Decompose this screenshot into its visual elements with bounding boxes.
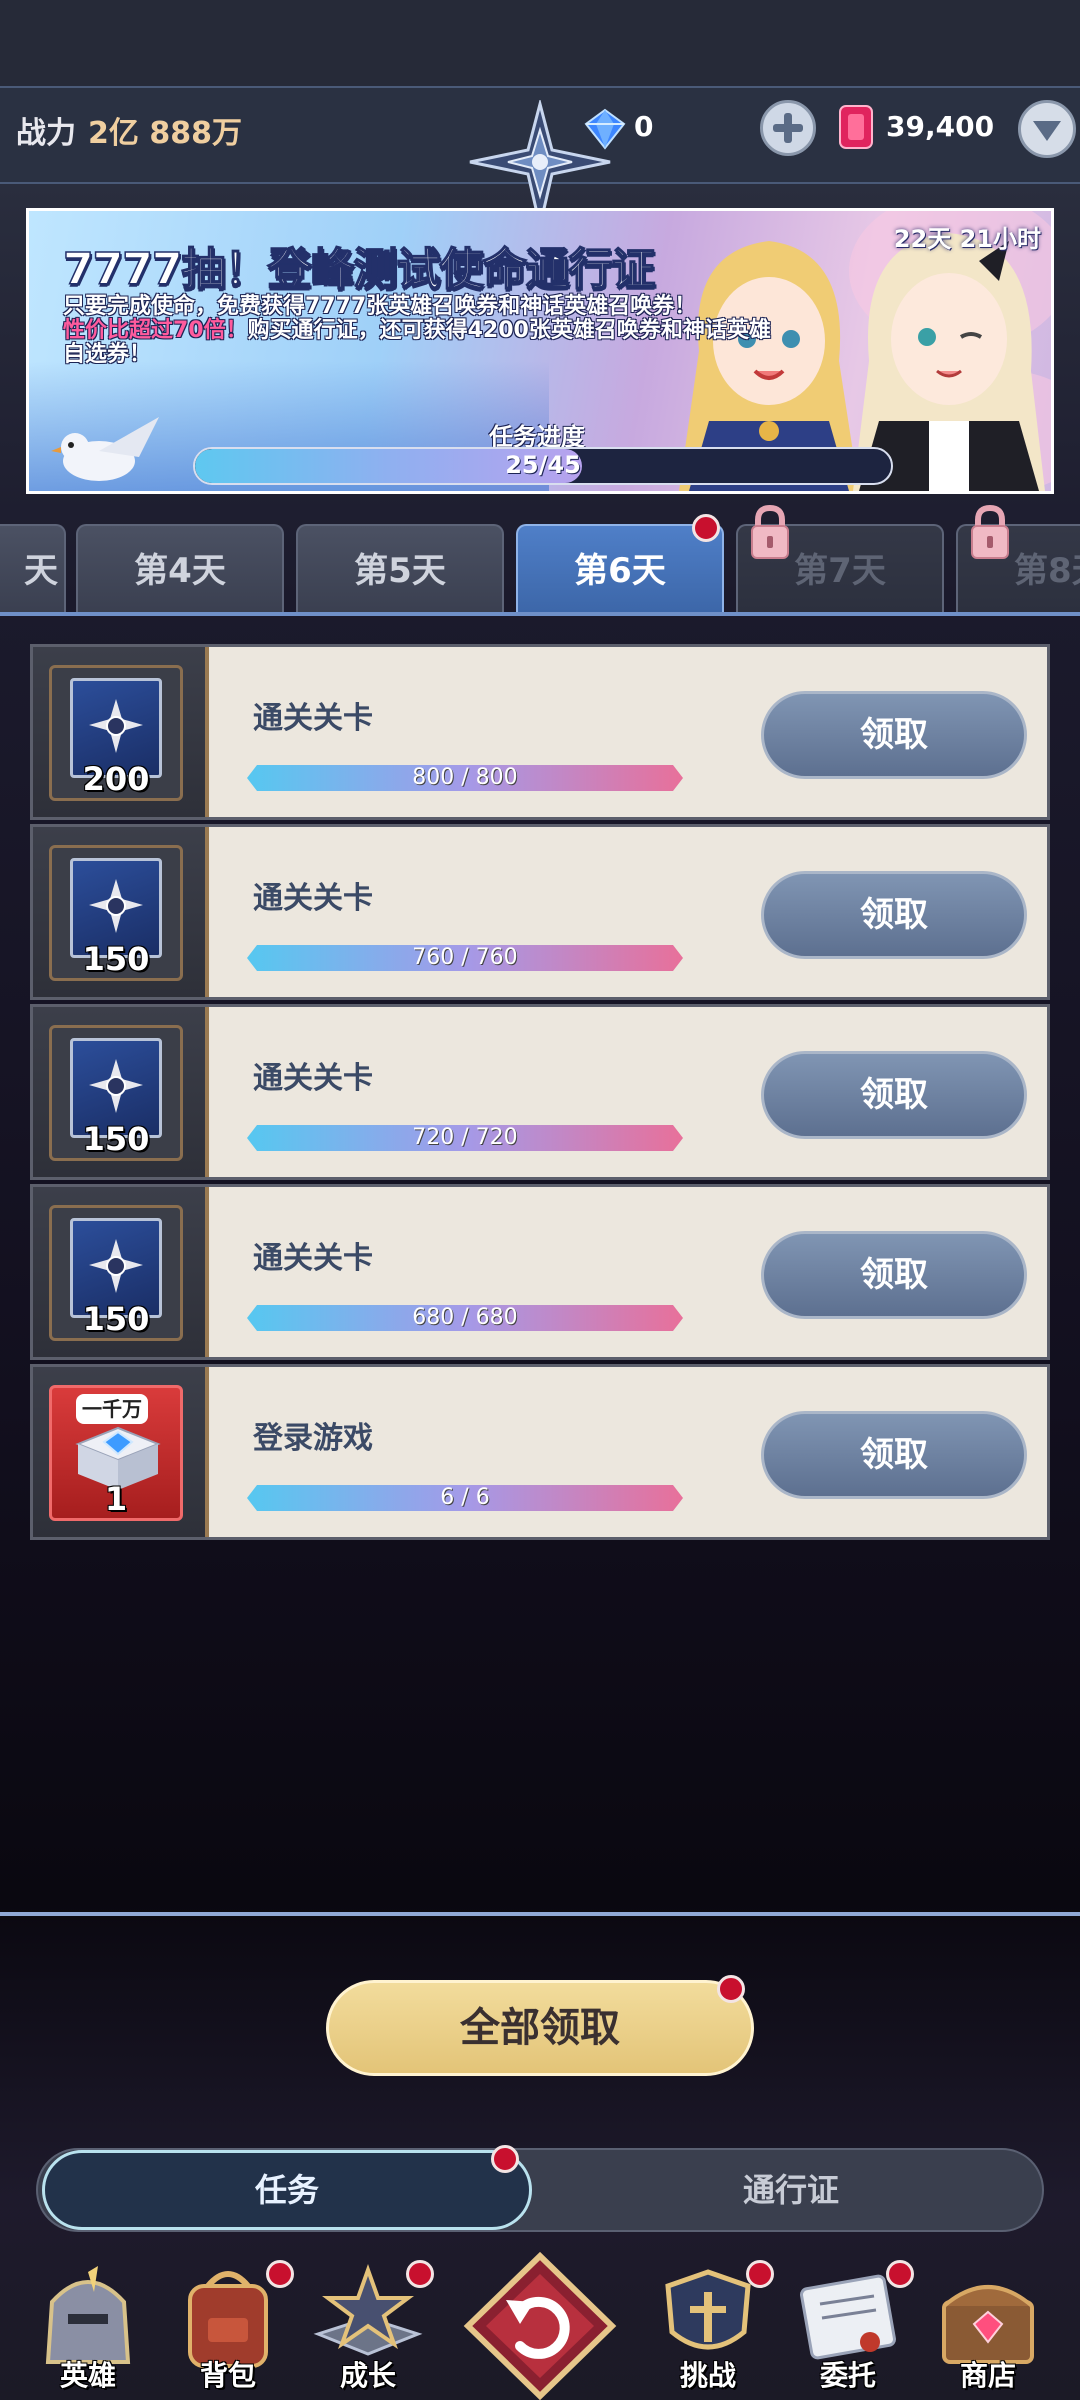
diamond-count: 0 — [634, 110, 654, 143]
reward-count: 150 — [82, 1300, 150, 1338]
power-value: 2亿 888万 — [88, 116, 242, 151]
status-bar — [0, 0, 1080, 86]
nav-shop[interactable]: 商店 — [922, 2256, 1054, 2400]
tab-day-6[interactable]: 第6天 — [516, 514, 724, 614]
nav-label: 挑战 — [679, 2359, 736, 2392]
tab-pass[interactable]: 通行证 — [546, 2150, 1036, 2230]
add-currency-button[interactable] — [760, 100, 816, 156]
task-row: 150 通关关卡 680 / 680 领取 — [30, 1184, 1050, 1360]
reward-slot: 200 — [33, 647, 209, 817]
dropdown-button[interactable] — [1018, 100, 1076, 158]
task-progress-text: 720 / 720 — [412, 1125, 518, 1150]
nav-bag[interactable]: 背包 — [162, 2256, 294, 2400]
task-row: 200 通关关卡 800 / 800 领取 — [30, 644, 1050, 820]
task-row: 一千万 1 登录游戏 6 / 6 领取 — [30, 1364, 1050, 1540]
reward-count: 200 — [82, 760, 150, 798]
task-progress-text: 760 / 760 — [412, 945, 518, 970]
app-root: 战力 2亿 888万 0 39,400 7777抽！登峰测试使命通行证 22天 … — [0, 0, 1080, 2400]
tab-label: 天 — [24, 551, 58, 591]
task-progress-text: 800 / 800 — [412, 765, 518, 790]
reward-item[interactable]: 150 — [49, 1025, 183, 1161]
ruby-count: 39,400 — [886, 110, 995, 143]
tab-label: 第4天 — [134, 551, 226, 591]
tab-missions-label: 任务 — [254, 2171, 319, 2209]
tab-label: 第7天 — [794, 551, 886, 591]
day-tabs: 天 第4天 第5天 第6天 第7天 第8天 — [0, 504, 1080, 614]
task-progress-text: 680 / 680 — [412, 1305, 518, 1330]
nav-label: 成长 — [339, 2359, 396, 2392]
nav-commission[interactable]: 委托 — [782, 2256, 914, 2400]
nav-heroes[interactable]: 英雄 — [22, 2256, 154, 2400]
reward-slot: 150 — [33, 827, 209, 997]
nav-label: 背包 — [199, 2359, 256, 2392]
event-banner[interactable]: 7777抽！登峰测试使命通行证 22天 21小时 只要完成使命，免费获得7777… — [26, 208, 1054, 494]
reward-count: 150 — [82, 1120, 150, 1158]
task-name: 通关关卡 — [253, 1061, 373, 1096]
task-progress-text: 6 / 6 — [440, 1485, 490, 1510]
reward-count: 1 — [104, 1480, 128, 1518]
nav-growth[interactable]: 成长 — [302, 2256, 434, 2400]
claim-button[interactable]: 领取 — [761, 1051, 1027, 1139]
plus-icon — [773, 113, 803, 143]
reward-slot: 一千万 1 — [33, 1367, 209, 1537]
notification-badge — [266, 2260, 294, 2288]
reward-item[interactable]: 150 — [49, 1205, 183, 1341]
claim-all-label: 全部领取 — [460, 2005, 620, 2051]
reward-item[interactable]: 200 — [49, 665, 183, 801]
notification-badge — [491, 2145, 519, 2173]
banner-title: 7777抽！登峰测试使命通行证 — [62, 243, 656, 296]
lock-icon — [751, 504, 789, 559]
power-label: 战力 — [16, 116, 76, 151]
return-button[interactable] — [462, 2250, 618, 2400]
task-name: 通关关卡 — [253, 881, 373, 916]
banner-description: 只要完成使命，免费获得7777张英雄召唤券和神话英雄召唤券！ 性价比超过70倍！… — [63, 295, 783, 367]
banner-desc-line1: 只要完成使命，免费获得7777张英雄召唤券和神话英雄召唤券！ — [63, 294, 697, 319]
chevron-down-icon — [1033, 121, 1061, 141]
tab-day-5[interactable]: 第5天 — [296, 524, 504, 614]
notification-badge — [886, 2260, 914, 2288]
banner-desc-highlight: 性价比超过70倍！ — [63, 318, 248, 343]
task-name: 登录游戏 — [253, 1421, 373, 1456]
claim-button[interactable]: 领取 — [761, 691, 1027, 779]
tabs-divider — [0, 612, 1080, 616]
task-name: 通关关卡 — [253, 1241, 373, 1276]
claim-button[interactable]: 领取 — [761, 1411, 1027, 1499]
tab-pass-label: 通行证 — [742, 2171, 839, 2209]
nav-label: 商店 — [959, 2359, 1016, 2392]
notification-badge — [717, 1975, 745, 2003]
notification-badge — [692, 514, 720, 542]
claim-button[interactable]: 领取 — [761, 1231, 1027, 1319]
mission-progress-bar: 25/45 — [193, 447, 893, 485]
tab-label: 第6天 — [574, 551, 666, 591]
notification-badge — [406, 2260, 434, 2288]
notification-badge — [746, 2260, 774, 2288]
nav-label: 英雄 — [59, 2359, 116, 2392]
tab-day-4[interactable]: 第4天 — [76, 524, 284, 614]
reward-item[interactable]: 150 — [49, 845, 183, 981]
mission-progress-text: 25/45 — [505, 451, 581, 479]
banner-timer: 22天 21小时 — [893, 225, 1041, 253]
reward-tag: 一千万 — [76, 1394, 148, 1424]
claim-all-button[interactable]: 全部领取 — [326, 1975, 754, 2076]
tab-missions[interactable]: 任务 — [42, 2145, 532, 2230]
reward-item[interactable]: 一千万 1 — [49, 1385, 183, 1521]
tab-day-7[interactable]: 第7天 — [736, 504, 944, 614]
task-row: 150 通关关卡 760 / 760 领取 — [30, 824, 1050, 1000]
reward-slot: 150 — [33, 1187, 209, 1357]
reward-slot: 150 — [33, 1007, 209, 1177]
tab-day-3[interactable]: 天 — [0, 524, 66, 614]
nav-challenge[interactable]: 挑战 — [642, 2256, 774, 2400]
tab-label: 第8天 — [1014, 551, 1080, 591]
tab-label: 第5天 — [354, 551, 446, 591]
ruby-icon — [839, 105, 873, 149]
lock-icon — [971, 504, 1009, 559]
footer-divider — [0, 1912, 1080, 1916]
task-name: 通关关卡 — [253, 701, 373, 736]
tab-day-8[interactable]: 第8天 — [956, 504, 1080, 614]
reward-count: 150 — [82, 940, 150, 978]
task-row: 150 通关关卡 720 / 720 领取 — [30, 1004, 1050, 1180]
bird-icon — [51, 417, 159, 481]
nav-label: 委托 — [819, 2359, 876, 2392]
claim-button[interactable]: 领取 — [761, 871, 1027, 959]
